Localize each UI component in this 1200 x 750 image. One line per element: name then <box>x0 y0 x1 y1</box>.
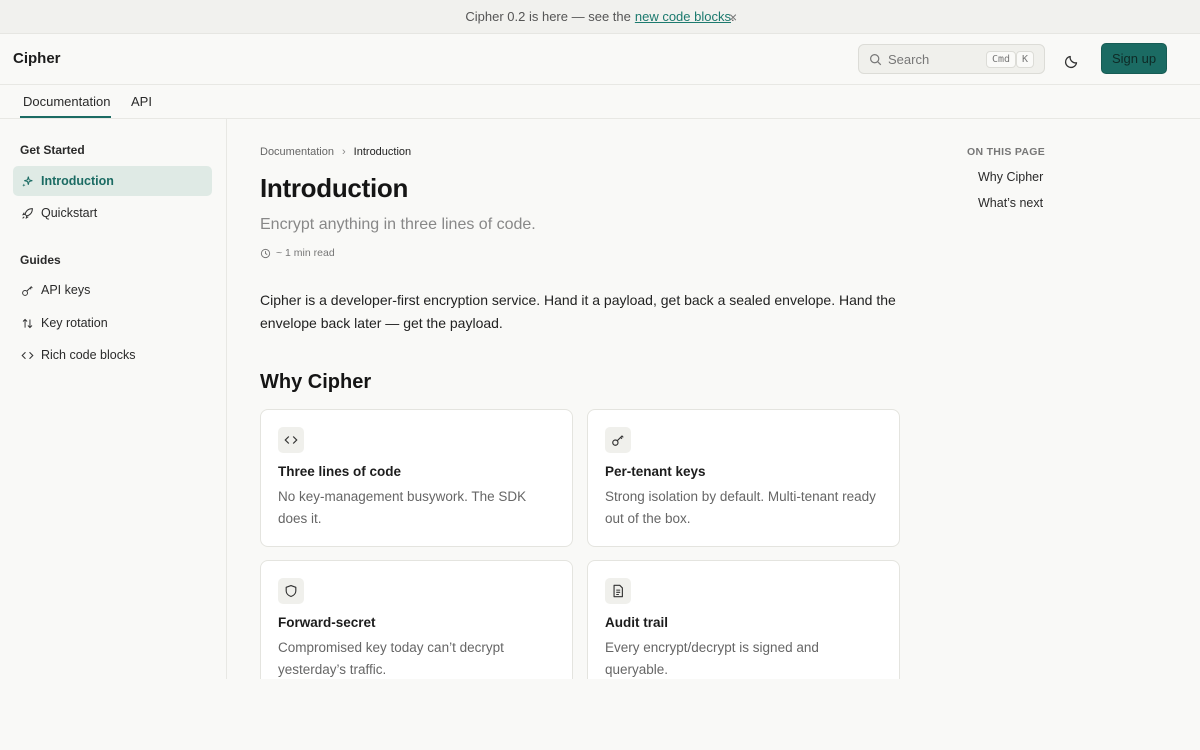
moon-icon[interactable] <box>1063 50 1083 70</box>
sidebar-item-label: Key rotation <box>41 316 108 330</box>
feature-card-title: Forward-secret <box>278 615 376 630</box>
announcement-banner: Cipher 0.2 is here — see the new code bl… <box>0 0 1200 34</box>
sparkles-icon <box>20 174 34 188</box>
sidebar-section-get-started: Get Started <box>20 143 85 157</box>
search-input[interactable]: Search Cmd K <box>858 44 1045 74</box>
shortcut-k-key: K <box>1016 51 1035 68</box>
breadcrumb: Documentation › Introduction <box>260 146 411 158</box>
sidebar-item-label: Introduction <box>41 174 114 188</box>
page-title: Introduction <box>260 173 409 203</box>
on-this-page: ON THIS PAGE Why Cipher What’s next <box>955 119 1155 319</box>
chevron-right-icon: › <box>342 146 346 158</box>
page-subtitle: Encrypt anything in three lines of code. <box>260 216 536 233</box>
logo[interactable]: Cipher <box>13 50 61 67</box>
feature-card-title: Per-tenant keys <box>605 464 706 479</box>
top-tabs: Documentation API <box>0 85 1200 119</box>
toc-heading: ON THIS PAGE <box>967 146 1046 158</box>
top-header: Cipher Search Cmd K Sign up <box>0 34 1200 85</box>
sidebar-section-guides: Guides <box>20 253 61 267</box>
breadcrumb-introduction: Introduction <box>353 146 412 158</box>
search-icon <box>870 53 882 65</box>
sidebar-item-key-rotation[interactable]: Key rotation <box>13 308 212 338</box>
sidebar-item-quickstart[interactable]: Quickstart <box>13 198 212 228</box>
sidebar-item-rich-code-blocks[interactable]: Rich code blocks <box>13 340 212 370</box>
main-content: Documentation › Introduction Introductio… <box>227 119 927 679</box>
toc-item-why-cipher[interactable]: Why Cipher <box>978 170 1043 184</box>
rocket-icon <box>20 206 34 220</box>
section-heading-why-cipher: Why Cipher <box>260 371 372 393</box>
feature-card-desc: Strong isolation by default. Multi-tenan… <box>605 489 876 526</box>
breadcrumb-documentation[interactable]: Documentation <box>260 146 334 158</box>
feature-card-desc: Every encrypt/decrypt is signed and quer… <box>605 640 819 677</box>
feature-card-desc: No key-management busywork. The SDK does… <box>278 489 527 526</box>
sidebar-item-introduction[interactable]: Introduction <box>13 166 212 196</box>
feature-card: Audit trail Every encrypt/decrypt is sig… <box>587 560 900 679</box>
sidebar-item-label: Rich code blocks <box>41 348 136 362</box>
shortcut-cmd-key: Cmd <box>986 51 1017 68</box>
sidebar-item-label: API keys <box>41 283 91 297</box>
read-time: ~ 1 min read <box>260 247 335 259</box>
feature-card-title: Three lines of code <box>278 464 402 479</box>
shield-icon <box>278 578 304 604</box>
sidebar-item-label: Quickstart <box>41 206 98 220</box>
sidebar: Get Started Introduction Quickstart Guid… <box>0 119 227 679</box>
feature-card-desc: Compromised key today can’t decrypt yest… <box>278 640 504 677</box>
arrows-up-down-icon <box>20 316 34 330</box>
feature-card: Forward-secret Compromised key today can… <box>260 560 573 679</box>
feature-card: Per-tenant keys Strong isolation by defa… <box>587 409 900 547</box>
search-placeholder: Search <box>888 51 930 67</box>
banner-text: Cipher 0.2 is here — see the <box>465 9 631 24</box>
document-icon <box>605 578 631 604</box>
feature-card-title: Audit trail <box>605 615 668 630</box>
clock-icon <box>260 248 271 258</box>
tab-documentation[interactable]: Documentation <box>23 94 110 109</box>
tab-api[interactable]: API <box>131 94 152 109</box>
sidebar-item-api-keys[interactable]: API keys <box>13 275 212 305</box>
toc-item-whats-next[interactable]: What’s next <box>978 196 1043 210</box>
feature-card: Three lines of code No key-management bu… <box>260 409 573 547</box>
banner-link[interactable]: new code blocks <box>635 9 731 24</box>
sign-up-button[interactable]: Sign up <box>1101 43 1167 74</box>
close-icon[interactable]: × <box>729 9 737 25</box>
read-time-label: ~ 1 min read <box>276 247 335 259</box>
intro-paragraph: Cipher is a developer-first encryption s… <box>260 292 896 331</box>
active-tab-indicator <box>20 116 111 118</box>
key-icon <box>605 427 631 453</box>
code-icon <box>278 427 304 453</box>
code-icon <box>20 348 34 362</box>
key-icon <box>20 283 34 297</box>
